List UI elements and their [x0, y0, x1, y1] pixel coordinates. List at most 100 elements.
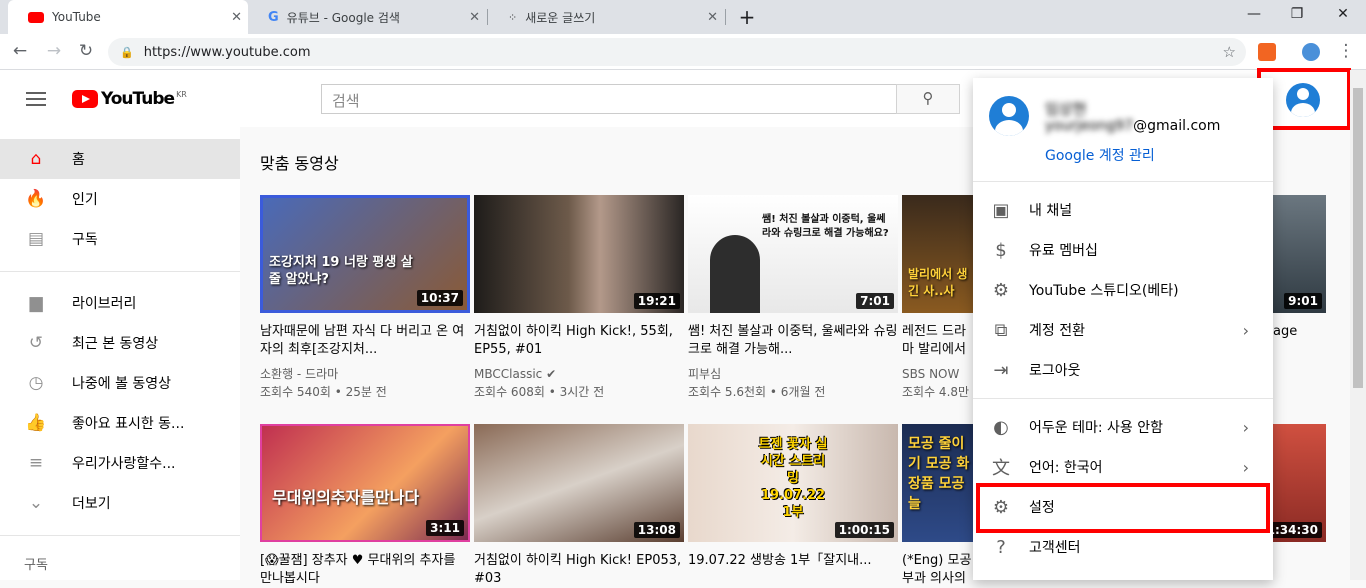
menu-item-my-channel[interactable]: ▣ 내 채널 — [973, 190, 1273, 230]
guide-menu-icon[interactable] — [26, 92, 46, 106]
close-tab-icon[interactable]: ✕ — [231, 10, 242, 25]
menu-item-paid-memberships[interactable]: $ 유료 멤버십 — [973, 230, 1273, 270]
video-card[interactable]: 발리에서 생긴 사..사 레전드 드라마 발리에서 생긴 일] Ep.마지막 S… — [902, 195, 974, 401]
tab-youtube[interactable]: YouTube ✕ — [8, 0, 248, 34]
minimize-button[interactable]: — — [1244, 6, 1264, 22]
video-thumbnail[interactable]: 13:08 — [474, 424, 684, 542]
page-scrollbar[interactable] — [1350, 70, 1366, 580]
help-icon: ? — [996, 536, 1006, 558]
video-thumbnail[interactable]: 발리에서 생긴 사..사 — [902, 195, 974, 313]
account-name: 임상현 — [1045, 100, 1087, 118]
menu-item-help[interactable]: ? 고객센터 — [973, 527, 1273, 567]
tab-title: 유튜브 - Google 검색 — [286, 10, 400, 25]
menu-item-switch-account[interactable]: ⧉ 계정 전환 › — [973, 310, 1273, 350]
sidebar-item-subscriptions[interactable]: ▤ 구독 — [0, 219, 240, 259]
menu-item-studio[interactable]: ⚙ YouTube 스튜디오(베타) — [973, 270, 1273, 310]
playlist-icon: ≡ — [28, 453, 44, 473]
video-card[interactable]: 모공 줄이기 모공 화장품 모공 늘 (*Eng) 모공 부과 의사의 — [902, 424, 974, 588]
video-card[interactable]: 쌤! 처진 볼살과 이중턱, 울쎄라와 슈링크로 해결 가능해요? 7:01 쌤… — [688, 195, 898, 401]
menu-item-label: 내 채널 — [1029, 203, 1073, 219]
manage-google-account-link[interactable]: Google 계정 관리 — [1045, 145, 1155, 165]
video-title[interactable]: [😱꿀잼] 장추자 ♥ 무대위의 추자를 만나봅시다 — [260, 552, 470, 588]
verified-badge-icon: ✔ — [546, 367, 557, 381]
sidebar-item-label: 라이브러리 — [72, 296, 137, 312]
search-input[interactable]: 검색 — [321, 84, 897, 114]
video-thumbnail[interactable]: 쌤! 처진 볼살과 이중턱, 울쎄라와 슈링크로 해결 가능해요? 7:01 — [688, 195, 898, 313]
video-card[interactable]: 13:08 거침없이 하이킥 High Kick! EP053, #03 — [474, 424, 684, 588]
video-title[interactable]: 남자때문에 남편 자식 다 버리고 온 여자의 최후[조강지처... — [260, 323, 470, 359]
video-title[interactable]: 쌤! 처진 볼살과 이중턱, 울쎄라와 슈링크로 해결 가능해... — [688, 323, 898, 359]
video-card[interactable]: 9:01 age — [1273, 195, 1326, 359]
sidebar-item-label: 좋아요 표시한 동... — [72, 416, 185, 432]
close-tab-icon[interactable]: ✕ — [707, 10, 718, 25]
browser-menu-icon[interactable]: ⋮ — [1336, 41, 1356, 61]
logo-region: KR — [176, 89, 187, 99]
video-channel[interactable]: SBS NOW — [902, 365, 974, 383]
tab-new-post[interactable]: ⁘ 새로운 글쓰기 ✕ — [488, 0, 724, 34]
sidebar-item-library[interactable]: ▆ 라이브러리 — [0, 283, 240, 323]
video-thumbnail[interactable]: 1:34:30 — [1273, 424, 1326, 542]
flame-icon: 🔥 — [25, 189, 47, 209]
menu-item-dark-theme[interactable]: ◐ 어두운 테마: 사용 안함 › — [973, 407, 1273, 447]
sidebar-item-history[interactable]: ↺ 최근 본 동영상 — [0, 323, 240, 363]
video-duration: 1:34:30 — [1273, 522, 1322, 538]
video-thumbnail[interactable]: 모공 줄이기 모공 화장품 모공 늘 — [902, 424, 974, 542]
video-channel[interactable]: 피부심 — [688, 365, 898, 383]
video-card[interactable]: 조강지처 19 너랑 평생 살 줄 알았냐? 10:37 남자때문에 남편 자식… — [260, 195, 470, 401]
menu-item-sign-out[interactable]: ⇥ 로그아웃 — [973, 350, 1273, 390]
forward-arrow-icon[interactable]: → — [44, 41, 64, 61]
video-thumbnail[interactable]: 트젠 꽃자 실시간 스트리밍 19.07.22 1부 1:00:15 — [688, 424, 898, 542]
video-card[interactable]: 1:34:30 — [1273, 424, 1326, 542]
video-thumbnail[interactable]: 조강지처 19 너랑 평생 살 줄 알았냐? 10:37 — [260, 195, 470, 313]
video-title[interactable]: age — [1273, 323, 1326, 359]
tab-divider — [725, 9, 726, 25]
video-channel[interactable]: MBCClassic ✔ — [474, 365, 684, 383]
chevron-right-icon: › — [1242, 417, 1249, 437]
video-thumbnail[interactable]: 무대위의추자를만나다 3:11 — [260, 424, 470, 542]
video-title[interactable]: 거침없이 하이킥 High Kick! EP053, #03 — [474, 552, 684, 588]
channel-name: MBCClassic — [474, 367, 543, 381]
maximize-button[interactable]: ❐ — [1287, 6, 1307, 22]
sidebar-item-liked-videos[interactable]: 👍 좋아요 표시한 동... — [0, 403, 240, 443]
youtube-logo[interactable]: YouTube KR — [72, 89, 187, 109]
sidebar-item-trending[interactable]: 🔥 인기 — [0, 179, 240, 219]
sidebar-item-home[interactable]: ⌂ 홈 — [0, 139, 240, 179]
sidebar-item-watch-later[interactable]: ◷ 나중에 볼 동영상 — [0, 363, 240, 403]
video-duration: 19:21 — [633, 293, 680, 309]
sidebar-item-label: 구독 — [72, 232, 98, 248]
video-duration: 10:37 — [416, 290, 463, 306]
scrollbar-thumb[interactable] — [1353, 88, 1363, 388]
video-title[interactable]: 19.07.22 생방송 1부「잘지내... — [688, 552, 898, 588]
home-icon: ⌂ — [30, 149, 42, 169]
bookmark-star-icon[interactable]: ☆ — [1223, 43, 1236, 61]
video-channel[interactable]: 소환행 - 드라마 — [260, 365, 470, 383]
video-title[interactable]: 레전드 드라마 발리에서 생긴 일] Ep.마지막 — [902, 323, 974, 359]
extension-icon[interactable] — [1258, 43, 1276, 61]
highlight-settings-box — [976, 483, 1270, 533]
thumbnail-caption: 발리에서 생긴 사..사 — [908, 267, 968, 298]
video-card[interactable]: 트젠 꽃자 실시간 스트리밍 19.07.22 1부 1:00:15 19.07… — [688, 424, 898, 588]
video-title[interactable]: 거침없이 하이킥 High Kick!, 55회, EP55, #01 — [474, 323, 684, 359]
new-tab-button[interactable]: + — [737, 5, 757, 29]
tab-google-search[interactable]: G 유튜브 - Google 검색 ✕ — [248, 0, 486, 34]
sidebar-item-playlist[interactable]: ≡ 우리가사랑할수... — [0, 443, 240, 483]
menu-item-language[interactable]: 文 언어: 한국어 › — [973, 447, 1273, 487]
video-thumbnail[interactable]: 9:01 — [1273, 195, 1326, 313]
profile-icon[interactable] — [1302, 43, 1320, 61]
close-tab-icon[interactable]: ✕ — [469, 10, 480, 25]
back-arrow-icon[interactable]: ← — [10, 41, 30, 61]
reload-icon[interactable]: ↻ — [76, 41, 96, 61]
video-card[interactable]: 19:21 거침없이 하이킥 High Kick!, 55회, EP55, #0… — [474, 195, 684, 401]
chevron-right-icon: › — [1242, 457, 1249, 477]
search-button[interactable]: ⚲ — [896, 84, 960, 114]
address-bar[interactable]: 🔒 https://www.youtube.com ☆ — [108, 38, 1246, 66]
video-card[interactable]: 무대위의추자를만나다 3:11 [😱꿀잼] 장추자 ♥ 무대위의 추자를 만나봅… — [260, 424, 470, 588]
translate-icon: 文 — [992, 458, 1010, 479]
menu-item-label: YouTube 스튜디오(베타) — [1029, 283, 1179, 299]
sidebar-item-show-more[interactable]: ⌄ 더보기 — [0, 483, 240, 523]
sidebar-item-label: 최근 본 동영상 — [72, 336, 159, 352]
video-title[interactable]: (*Eng) 모공 부과 의사의 — [902, 552, 974, 588]
thumbnail-caption: 트젠 꽃자 실시간 스트리밍 19.07.22 1부 — [758, 437, 828, 520]
video-thumbnail[interactable]: 19:21 — [474, 195, 684, 313]
close-window-button[interactable]: ✕ — [1333, 6, 1353, 22]
